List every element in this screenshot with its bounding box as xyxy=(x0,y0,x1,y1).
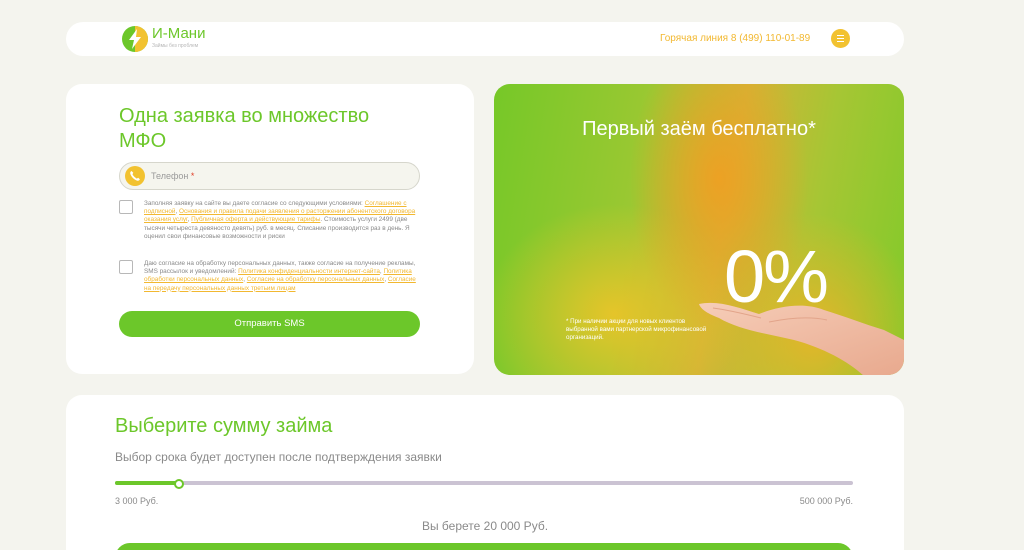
phone-icon xyxy=(125,166,145,186)
link-public-offer[interactable]: Публичная оферта и действующие тарифы xyxy=(191,216,320,223)
amount-title: Выберите сумму займа xyxy=(115,415,333,437)
promo-title: Первый заём бесплатно* xyxy=(582,118,816,140)
amount-slider-fill xyxy=(115,481,180,485)
form-title: Одна заявка во множество МФО xyxy=(119,105,370,152)
continue-button[interactable] xyxy=(115,543,853,550)
loan-amount-section: Выберите сумму займа Выбор срока будет д… xyxy=(66,395,904,550)
terms-checkbox[interactable] xyxy=(119,200,133,214)
top-header: И-Мани Займы без проблем Горячая линия 8… xyxy=(66,22,904,56)
send-sms-button[interactable]: Отправить SMS xyxy=(119,311,420,337)
promo-footnote: * При наличии акции для новых клиентов в… xyxy=(566,318,707,341)
max-amount-label: 500 000 Руб. xyxy=(799,496,853,506)
min-amount-label: 3 000 Руб. xyxy=(115,496,159,506)
hotline-phone[interactable]: Горячая линия 8 (499) 110-01-89 xyxy=(660,33,810,44)
link-privacy-policy[interactable]: Политика конфиденциальности интернет-сай… xyxy=(238,268,380,275)
personal-data-checkbox[interactable] xyxy=(119,260,133,274)
hamburger-menu-icon[interactable] xyxy=(831,29,850,48)
link-data-processing-consent[interactable]: Согласие на обработку персональных данны… xyxy=(247,276,385,283)
logo[interactable] xyxy=(122,26,148,52)
phone-input[interactable]: Телефон * xyxy=(119,162,420,190)
brand-tagline: Займы без проблем xyxy=(152,43,199,49)
zero-percent: 0% xyxy=(724,235,829,318)
application-form: Одна заявка во множество МФО Телефон * З… xyxy=(66,84,474,374)
phone-placeholder: Телефон xyxy=(151,171,189,181)
promo-banner: Первый заём бесплатно* 0% * При наличии … xyxy=(494,84,904,375)
amount-slider-thumb[interactable] xyxy=(174,479,185,489)
terms-consent-text: Заполняя заявку на сайте вы даете соглас… xyxy=(144,200,416,240)
amount-slider-track[interactable] xyxy=(115,481,853,485)
required-mark: * xyxy=(190,171,195,181)
selected-amount-text: Вы берете 20 000 Руб. xyxy=(421,519,549,533)
lightning-icon xyxy=(129,29,141,49)
brand-name: И-Мани xyxy=(152,25,206,42)
amount-subtitle: Выбор срока будет доступен после подтвер… xyxy=(115,450,442,464)
personal-data-consent-text: Даю согласие на обработку персональных д… xyxy=(144,260,416,292)
